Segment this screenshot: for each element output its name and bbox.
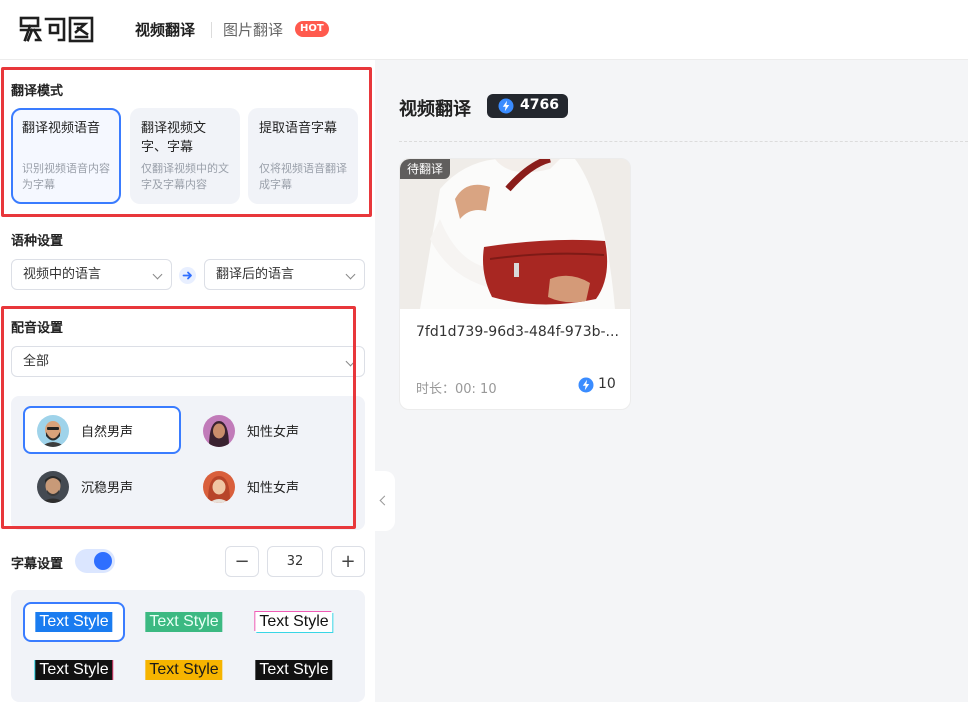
subtitle-style-yellow[interactable]: Text Style (133, 650, 235, 690)
collapse-panel-button[interactable] (375, 471, 395, 531)
style-preview: Text Style (255, 612, 333, 632)
language-section-title: 语种设置 (11, 234, 64, 249)
video-card[interactable]: 待翻译 7fd1d739-96d3-484f-973b-... 时长：00: 1… (399, 158, 631, 410)
dubbing-section-title: 配音设置 (11, 321, 64, 336)
voice-filter-select[interactable]: 全部 (11, 346, 365, 377)
voice-label: 自然男声 (81, 425, 134, 440)
tab-video-translate[interactable]: 视频翻译 (135, 19, 195, 40)
chevron-left-icon (379, 495, 390, 506)
subtitle-style-green[interactable]: Text Style (133, 602, 235, 642)
mode-card-title: 翻译视频文字、字幕 (141, 121, 207, 155)
arrow-right-icon (179, 267, 196, 284)
credits-count: 4766 (520, 97, 559, 113)
voice-label: 知性女声 (247, 425, 300, 440)
subtitle-style-black[interactable]: Text Style (243, 650, 345, 690)
style-preview: Text Style (145, 612, 223, 632)
style-preview: Text Style (35, 612, 113, 632)
credits-badge: 4766 (487, 94, 568, 118)
source-language-select[interactable]: 视频中的语言 (11, 259, 172, 290)
subtitle-toggle[interactable] (75, 549, 115, 573)
subtitle-style-blue[interactable]: Text Style (23, 602, 125, 642)
voice-filter-value: 全部 (23, 354, 50, 369)
style-preview: Text Style (255, 660, 333, 680)
subtitle-style-list: Text Style Text Style Text Style Text St… (11, 590, 365, 702)
settings-panel: 翻译模式 翻译视频语音 识别视频语音内容为字幕 翻译视频文字、字幕 仅翻译视频中… (0, 60, 375, 702)
mode-card-text[interactable]: 翻译视频文字、字幕 仅翻译视频中的文字及字幕内容 (130, 108, 240, 204)
video-thumbnail[interactable]: 待翻译 (400, 159, 630, 309)
status-tag: 待翻译 (400, 159, 451, 179)
chevron-down-icon (345, 356, 356, 367)
voice-option-intellectual-female[interactable]: 知性女声 (189, 406, 347, 454)
source-language-placeholder: 视频中的语言 (23, 267, 102, 282)
top-bar: 视频翻译 图片翻译 HOT (0, 0, 968, 60)
avatar (37, 415, 69, 447)
font-size-input[interactable]: 32 (267, 546, 323, 577)
hot-badge: HOT (295, 21, 329, 37)
voice-option-calm-male[interactable]: 沉稳男声 (23, 462, 181, 510)
video-duration: 时长：00: 10 (416, 382, 497, 397)
subtitle-section-title: 字幕设置 (11, 557, 64, 572)
mode-card-desc: 仅将视频语音翻译成字幕 (259, 162, 347, 191)
subtitle-style-black-glitch[interactable]: Text Style (23, 650, 125, 690)
voice-label: 沉稳男声 (81, 481, 134, 496)
lightning-icon (578, 377, 594, 393)
mode-section-title: 翻译模式 (11, 84, 64, 99)
mode-card-voice[interactable]: 翻译视频语音 识别视频语音内容为字幕 (11, 108, 121, 204)
avatar (203, 471, 235, 503)
target-language-select[interactable]: 翻译后的语言 (204, 259, 365, 290)
voice-option-natural-male[interactable]: 自然男声 (23, 406, 181, 454)
mode-card-title: 提取语音字幕 (259, 121, 338, 136)
target-language-placeholder: 翻译后的语言 (216, 267, 295, 282)
subtitle-style-outline[interactable]: Text Style (243, 602, 345, 642)
chevron-down-icon (345, 269, 356, 280)
lightning-icon (498, 98, 514, 114)
mode-card-desc: 识别视频语音内容为字幕 (22, 162, 110, 191)
voice-label: 知性女声 (247, 481, 300, 496)
cost-value: 10 (598, 376, 616, 392)
mode-card-extract[interactable]: 提取语音字幕 仅将视频语音翻译成字幕 (248, 108, 358, 204)
mode-card-desc: 仅翻译视频中的文字及字幕内容 (141, 162, 229, 191)
font-size-decrease-button[interactable]: − (225, 546, 259, 577)
voice-option-intellectual-female-2[interactable]: 知性女声 (189, 462, 347, 510)
toggle-knob (94, 552, 112, 570)
page-title: 视频翻译 (399, 99, 471, 120)
style-preview: Text Style (145, 660, 223, 680)
style-preview: Text Style (35, 660, 113, 680)
divider (399, 141, 968, 142)
tab-image-translate[interactable]: 图片翻译 (223, 19, 283, 40)
font-size-increase-button[interactable]: + (331, 546, 365, 577)
avatar (203, 415, 235, 447)
nav-divider (211, 22, 212, 38)
app-logo[interactable] (18, 14, 96, 44)
avatar (37, 471, 69, 503)
video-filename: 7fd1d739-96d3-484f-973b-... (416, 324, 619, 340)
voice-list: 自然男声 知性女声 沉稳男声 知性女声 (11, 396, 365, 530)
chevron-down-icon (152, 269, 163, 280)
mode-card-title: 翻译视频语音 (22, 121, 101, 136)
